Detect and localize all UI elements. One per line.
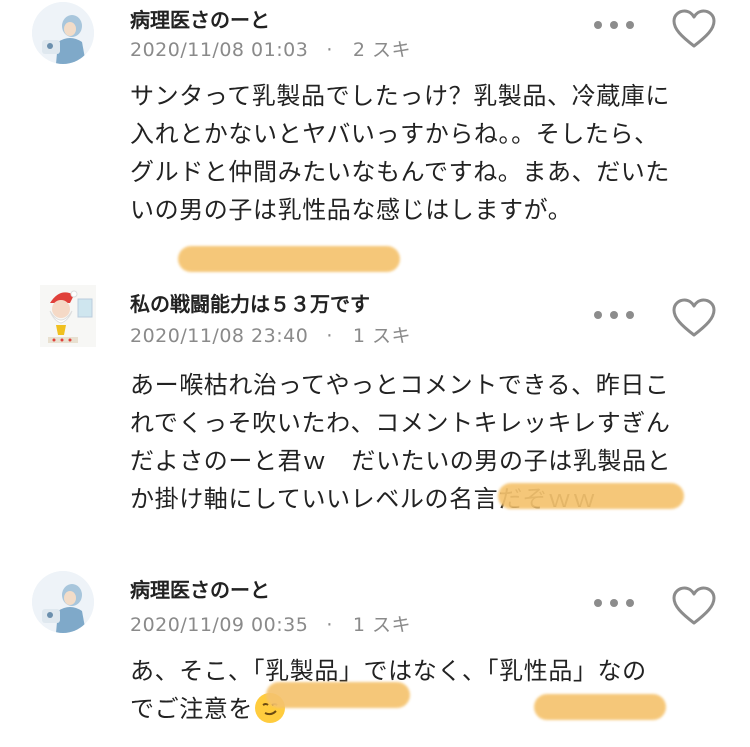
comment-item: 私の戦闘能力は５３万です 2020/11/08 23:40 · 1 スキ あー喉枯れ… bbox=[0, 282, 750, 552]
avatar-illustration bbox=[32, 2, 94, 64]
avatar[interactable] bbox=[32, 2, 94, 64]
highlight-mark bbox=[266, 682, 410, 708]
highlight-mark bbox=[534, 694, 666, 720]
comment-date: 2020/11/08 23:40 bbox=[130, 325, 309, 347]
avatar[interactable] bbox=[32, 571, 94, 633]
comment-date: 2020/11/08 01:03 bbox=[130, 39, 309, 61]
meta-separator: · bbox=[326, 325, 333, 347]
comment-meta: 2020/11/08 01:03 · 2 スキ bbox=[130, 35, 411, 62]
like-count[interactable]: 2 スキ bbox=[353, 39, 411, 61]
comment-meta: 2020/11/08 23:40 · 1 スキ bbox=[130, 321, 411, 348]
more-dots-icon[interactable] bbox=[594, 592, 634, 614]
comment-item: 病理医さのーと 2020/11/08 01:03 · 2 スキ サンタって乳製品でし… bbox=[0, 0, 750, 272]
like-count[interactable]: 1 スキ bbox=[353, 325, 411, 347]
comment-author[interactable]: 病理医さのーと bbox=[130, 574, 270, 603]
avatar[interactable] bbox=[40, 285, 96, 347]
comment-date: 2020/11/09 00:35 bbox=[130, 614, 309, 636]
meta-separator: · bbox=[326, 39, 333, 61]
heart-outline-icon[interactable] bbox=[671, 297, 717, 339]
more-dots-icon[interactable] bbox=[594, 14, 634, 36]
comment-author[interactable]: 私の戦闘能力は５３万です bbox=[130, 288, 370, 317]
avatar-illustration bbox=[32, 571, 94, 633]
meta-separator: · bbox=[326, 614, 333, 636]
highlight-mark bbox=[178, 246, 400, 272]
comment-item: 病理医さのーと 2020/11/09 00:35 · 1 スキ あ、そこ、「乳製品」… bbox=[0, 568, 750, 747]
more-dots-icon[interactable] bbox=[594, 304, 634, 326]
heart-outline-icon[interactable] bbox=[671, 8, 717, 50]
like-count[interactable]: 1 スキ bbox=[353, 614, 411, 636]
comment-text: サンタって乳製品でしたっけ？乳製品、冷蔵庫に 入れとかないとヤバいっすからね。。… bbox=[130, 82, 670, 224]
comment-author[interactable]: 病理医さのーと bbox=[130, 4, 270, 33]
heart-outline-icon[interactable] bbox=[671, 585, 717, 627]
comment-meta: 2020/11/09 00:35 · 1 スキ bbox=[130, 610, 411, 637]
highlight-mark bbox=[498, 483, 684, 509]
avatar-illustration bbox=[40, 285, 96, 347]
